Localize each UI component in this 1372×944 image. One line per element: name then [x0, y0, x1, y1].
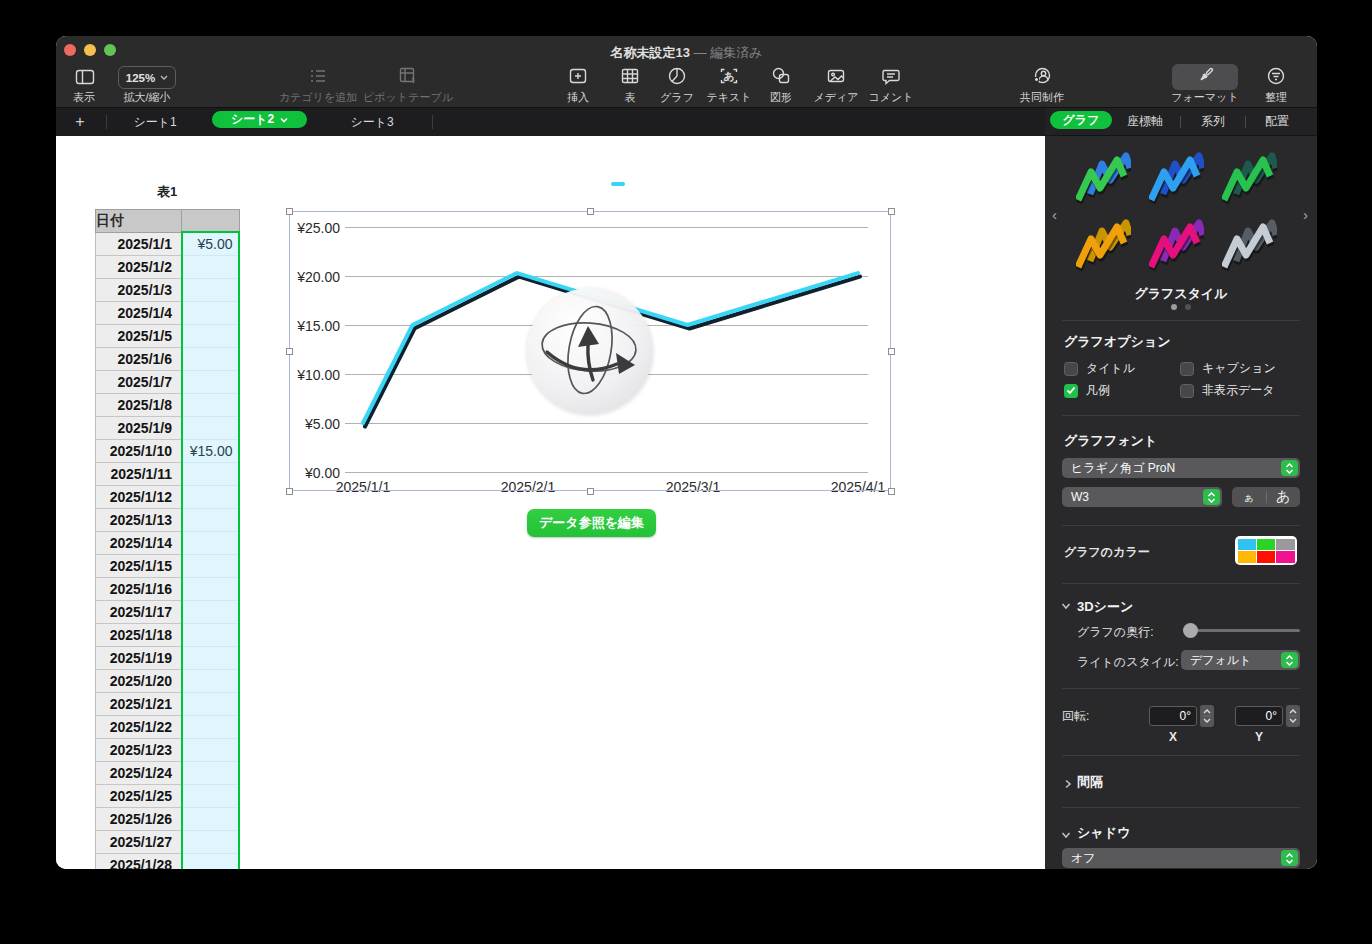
light-style-dropdown[interactable]: デフォルト: [1181, 650, 1300, 670]
stepper-icon: [1281, 850, 1298, 866]
tab-arrange[interactable]: 配置: [1265, 108, 1289, 136]
depth-label: グラフの奥行:: [1077, 624, 1153, 641]
chart-font-label: グラフフォント: [1064, 432, 1157, 450]
zoom-label: 拡大/縮小: [123, 90, 170, 105]
chart-style-thumb-4[interactable]: [1076, 215, 1131, 277]
view-label: 表示: [73, 90, 95, 105]
legend-swatch[interactable]: [611, 182, 625, 186]
toolbar-organize[interactable]: 整理: [1221, 64, 1317, 105]
stepper-icon: [1203, 489, 1220, 505]
tab-divider: [1180, 116, 1181, 128]
spacing-label: 間隔: [1077, 773, 1103, 791]
chart-options-label: グラフオプション: [1064, 333, 1170, 351]
depth-slider-knob[interactable]: [1183, 623, 1198, 638]
comment-icon: [836, 64, 946, 88]
rotation-y-stepper[interactable]: [1286, 705, 1300, 727]
handle-w[interactable]: [286, 348, 293, 355]
shadow-label: シャドウ: [1077, 824, 1130, 842]
tab-series[interactable]: 系列: [1201, 108, 1225, 136]
rotation-x-field[interactable]: 0°: [1149, 706, 1197, 726]
rotation-y-label: Y: [1255, 730, 1263, 744]
format-inspector: ‹ › グラフスタイル グラフオプション タイトルキャプション凡例非表示データ …: [1045, 136, 1317, 869]
carousel-prev-icon[interactable]: ‹: [1052, 206, 1057, 223]
tab-divider-2: [1245, 116, 1246, 128]
chart-style-thumb-6[interactable]: [1222, 215, 1277, 277]
scene-chevron-icon[interactable]: [1061, 597, 1071, 615]
window-title: 名称未設定13 — 編集済み: [56, 44, 1317, 62]
spacing-chevron-icon[interactable]: [1063, 775, 1073, 793]
numbers-window: 名称未設定13 — 編集済み 表示 125% 拡大/縮小 カテゴリを追加 ピボッ…: [56, 36, 1317, 869]
handle-se[interactable]: [888, 488, 895, 495]
stepper-icon: [1281, 460, 1298, 476]
edit-data-reference-button[interactable]: データ参照を編集: [527, 509, 656, 537]
sheet-bar: + シート1 シート2 シート3: [56, 108, 1045, 136]
sheet-divider: [106, 115, 107, 129]
handle-nw[interactable]: [286, 208, 293, 215]
handle-ne[interactable]: [888, 208, 895, 215]
chart-style-label: グラフスタイル: [1045, 285, 1317, 303]
rotation-y-field[interactable]: 0°: [1235, 706, 1283, 726]
sheet-divider-2: [432, 115, 433, 129]
add-sheet-button[interactable]: +: [75, 108, 84, 136]
spreadsheet-canvas: 表1 日付 2025/1/1¥5.002025/1/22025/1/32025/…: [56, 136, 1045, 869]
depth-slider-track[interactable]: [1183, 629, 1300, 632]
shadow-dropdown[interactable]: オフ: [1062, 848, 1300, 868]
light-style-label: ライトのスタイル:: [1077, 654, 1179, 671]
chart-style-thumb-5[interactable]: [1149, 215, 1204, 277]
toolbar-comment[interactable]: コメント: [836, 64, 946, 105]
rotation-x-label: X: [1169, 730, 1177, 744]
toolbar-collaborate[interactable]: 共同制作: [987, 64, 1097, 105]
organize-icon: [1221, 64, 1317, 88]
checkbox-キャプション[interactable]: キャプション: [1180, 360, 1276, 377]
sheet-tab-2-active[interactable]: シート2: [212, 111, 307, 128]
sheet-tab-1[interactable]: シート1: [133, 108, 176, 136]
chart-color-well[interactable]: [1235, 536, 1297, 565]
carousel-next-icon[interactable]: ›: [1303, 206, 1308, 223]
decrease-font-button[interactable]: ぁ: [1232, 490, 1266, 505]
chart-color-label: グラフのカラー: [1064, 544, 1150, 561]
pivot-table-icon: [353, 64, 463, 88]
tabs-row: + シート1 シート2 シート3 グラフ 座標軸 系列 配置: [56, 108, 1317, 136]
shadow-chevron-icon[interactable]: [1061, 826, 1071, 844]
font-size-buttons[interactable]: ぁ あ: [1232, 487, 1300, 507]
checkbox-タイトル[interactable]: タイトル: [1064, 360, 1135, 377]
collaborate-icon: [987, 64, 1097, 88]
carousel-dots[interactable]: [1045, 304, 1317, 310]
checkbox-非表示データ[interactable]: 非表示データ: [1180, 382, 1275, 399]
sheet-tab-3[interactable]: シート3: [350, 108, 393, 136]
handle-s[interactable]: [587, 488, 594, 495]
chart-style-thumb-2[interactable]: [1149, 148, 1204, 210]
increase-font-button[interactable]: あ: [1267, 488, 1301, 506]
handle-sw[interactable]: [286, 488, 293, 495]
window-chrome: 名称未設定13 — 編集済み 表示 125% 拡大/縮小 カテゴリを追加 ピボッ…: [56, 36, 1317, 108]
rotation-label: 回転:: [1062, 708, 1089, 725]
handle-e[interactable]: [888, 348, 895, 355]
font-weight-dropdown[interactable]: W3: [1062, 487, 1222, 507]
chart-style-thumb-3[interactable]: [1222, 148, 1277, 210]
chart-style-thumb-1[interactable]: [1076, 148, 1131, 210]
handle-n[interactable]: [587, 208, 594, 215]
view-icon[interactable]: [74, 66, 96, 92]
checkbox-凡例[interactable]: 凡例: [1064, 382, 1110, 399]
rotation-x-stepper[interactable]: [1200, 705, 1214, 727]
stepper-icon: [1281, 652, 1298, 668]
tab-chart-active[interactable]: グラフ: [1050, 111, 1112, 129]
rotate-3d-widget[interactable]: [527, 288, 653, 414]
zoom-control[interactable]: 125%: [118, 66, 176, 89]
toolbar-pivot-table: ピボットテーブル: [353, 64, 463, 105]
scene-3d-label: 3Dシーン: [1077, 598, 1133, 616]
font-family-dropdown[interactable]: ヒラギノ角ゴ ProN: [1062, 458, 1300, 478]
desktop: 名称未設定13 — 編集済み 表示 125% 拡大/縮小 カテゴリを追加 ピボッ…: [0, 0, 1372, 944]
tab-axis[interactable]: 座標軸: [1127, 108, 1163, 136]
inspector-tabs: グラフ 座標軸 系列 配置: [1045, 108, 1317, 136]
